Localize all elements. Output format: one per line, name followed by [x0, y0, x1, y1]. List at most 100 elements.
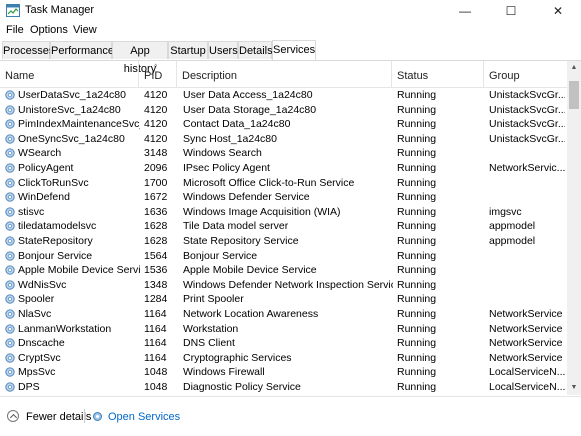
table-body: UserDataSvc_1a24c80 4120 User Data Access_… — [0, 88, 567, 394]
menu-options[interactable]: Options — [30, 24, 68, 36]
table-row[interactable]: WSearch 3148 Windows Search Running — [0, 146, 567, 161]
table-row[interactable]: UnistoreSvc_1a24c80 4120 User Data Storage… — [0, 103, 567, 118]
scroll-up-icon[interactable]: ▲ — [567, 61, 581, 75]
table-row[interactable]: LanmanWorkstation 1164 Workstation Running N… — [0, 322, 567, 337]
gear-icon — [5, 309, 15, 319]
window-title: Task Manager — [25, 4, 95, 16]
service-name: PimIndexMaintenanceSvc_... — [18, 118, 140, 131]
column-header-status[interactable]: Status — [392, 61, 484, 87]
service-status: Running — [397, 264, 437, 277]
table-row[interactable]: MpsSvc 1048 Windows Firewall Running LocalSe… — [0, 365, 567, 380]
service-description: Microsoft Office Click-to-Run Service — [183, 176, 355, 189]
table-row[interactable]: Dnscache 1164 DNS Client Running NetworkServ… — [0, 336, 567, 351]
service-group: appmodel — [489, 220, 536, 233]
service-status: Running — [397, 307, 437, 320]
table-row[interactable]: PimIndexMaintenanceSvc_... 4120 Contact Da… — [0, 117, 567, 132]
gear-icon — [5, 265, 15, 275]
tab-performance[interactable]: Performance — [50, 41, 114, 59]
tab-startup[interactable]: Startup — [168, 41, 208, 59]
tab-app-history[interactable]: App history — [112, 41, 168, 75]
chevron-up-icon[interactable] — [7, 410, 19, 422]
table-row[interactable]: NlaSvc 1164 Network Location Awareness Runn… — [0, 307, 567, 322]
open-services-link[interactable]: Open Services — [108, 411, 180, 423]
service-group: UnistackSvcGr... — [489, 103, 565, 116]
table-row[interactable]: ClickToRunSvc 1700 Microsoft Office Click-… — [0, 176, 567, 191]
menu-view[interactable]: View — [73, 24, 97, 36]
menu-file[interactable]: File — [6, 24, 24, 36]
table-row[interactable]: WinDefend 1672 Windows Defender Service Run… — [0, 190, 567, 205]
services-icon[interactable] — [91, 410, 104, 423]
service-group: UnistackSvcGr... — [489, 132, 565, 145]
service-name: LanmanWorkstation — [18, 322, 112, 335]
service-name: MpsSvc — [18, 366, 56, 379]
service-pid: 1348 — [144, 278, 168, 291]
service-description: Windows Defender Network Inspection Serv… — [183, 278, 393, 291]
service-pid: 1636 — [144, 205, 168, 218]
service-status: Running — [397, 337, 437, 350]
table-row[interactable]: DPS 1048 Diagnostic Policy Service Running L… — [0, 380, 567, 395]
service-pid: 1048 — [144, 366, 168, 379]
table-row[interactable]: WdNisSvc 1348 Windows Defender Network Ins… — [0, 278, 567, 293]
table-row[interactable]: stisvc 1636 Windows Image Acquisition (WIA… — [0, 205, 567, 220]
table-row[interactable]: StateRepository 1628 State Repository Serv… — [0, 234, 567, 249]
service-group — [489, 176, 565, 191]
service-group: UnistackSvcGr... — [489, 89, 565, 101]
service-name: WdNisSvc — [18, 278, 67, 291]
maximize-button[interactable]: ☐ — [488, 0, 534, 22]
service-name: Dnscache — [18, 337, 65, 350]
table-row[interactable]: tiledatamodelsvc 1628 Tile Data model serv… — [0, 219, 567, 234]
scroll-thumb[interactable] — [569, 81, 579, 109]
scroll-down-icon[interactable]: ▼ — [567, 381, 581, 395]
table-row[interactable]: Bonjour Service 1564 Bonjour Service Runnin… — [0, 249, 567, 264]
table-row[interactable]: Spooler 1284 Print Spooler Running — [0, 292, 567, 307]
service-group: imgsvc — [489, 205, 522, 218]
service-name: PolicyAgent — [18, 161, 74, 174]
service-description: Sync Host_1a24c80 — [183, 132, 277, 145]
services-table: Name ^ PID Description Status Group User… — [0, 61, 567, 395]
service-group: LocalServiceN... — [489, 366, 565, 379]
service-description: Apple Mobile Device Service — [183, 264, 317, 277]
table-row[interactable]: Apple Mobile Device Service 1536 Apple Mob… — [0, 263, 567, 278]
service-description: Print Spooler — [183, 293, 244, 306]
service-group: UnistackSvcGr... — [489, 118, 565, 131]
service-status: Running — [397, 89, 437, 101]
table-row[interactable]: PolicyAgent 2096 IPsec Policy Agent Running… — [0, 161, 567, 176]
service-description: IPsec Policy Agent — [183, 161, 270, 174]
gear-icon — [5, 221, 15, 231]
vertical-scrollbar[interactable]: ▲ ▼ — [567, 61, 581, 395]
tab-users[interactable]: Users — [208, 41, 238, 59]
table-row[interactable]: OneSyncSvc_1a24c80 4120 Sync Host_1a24c80 R… — [0, 132, 567, 147]
tab-processes[interactable]: Processes — [2, 41, 54, 59]
column-header-name[interactable]: Name — [0, 61, 139, 87]
footer: Fewer details Open Services — [0, 396, 581, 436]
column-header-description[interactable]: Description — [177, 61, 392, 87]
service-name: StateRepository — [18, 234, 93, 247]
service-status: Running — [397, 132, 437, 145]
service-name: Apple Mobile Device Service — [18, 264, 140, 277]
gear-icon — [5, 134, 15, 144]
service-pid: 3148 — [144, 147, 168, 160]
gear-icon — [5, 236, 15, 246]
column-header-group[interactable]: Group — [484, 61, 567, 87]
tab-details[interactable]: Details — [238, 41, 273, 59]
tab-services[interactable]: Services — [272, 40, 316, 60]
service-pid: 4120 — [144, 132, 168, 145]
service-group — [489, 263, 565, 278]
service-status: Running — [397, 220, 437, 233]
service-status: Running — [397, 351, 437, 364]
close-button[interactable]: ✕ — [535, 0, 581, 22]
service-pid: 4120 — [144, 103, 168, 116]
column-header-pid[interactable]: PID — [139, 61, 177, 87]
service-description: Workstation — [183, 322, 239, 335]
service-status: Running — [397, 234, 437, 247]
footer-divider — [84, 409, 85, 423]
minimize-button[interactable]: — — [442, 0, 488, 22]
service-pid: 1284 — [144, 293, 168, 306]
table-row[interactable]: CryptSvc 1164 Cryptographic Services Runnin… — [0, 351, 567, 366]
fewer-details-button[interactable]: Fewer details — [26, 411, 91, 423]
gear-icon — [5, 382, 15, 392]
service-name: tiledatamodelsvc — [18, 220, 97, 233]
table-row[interactable]: UserDataSvc_1a24c80 4120 User Data Access_… — [0, 88, 567, 103]
gear-icon — [5, 177, 15, 188]
service-name: CryptSvc — [18, 351, 61, 364]
